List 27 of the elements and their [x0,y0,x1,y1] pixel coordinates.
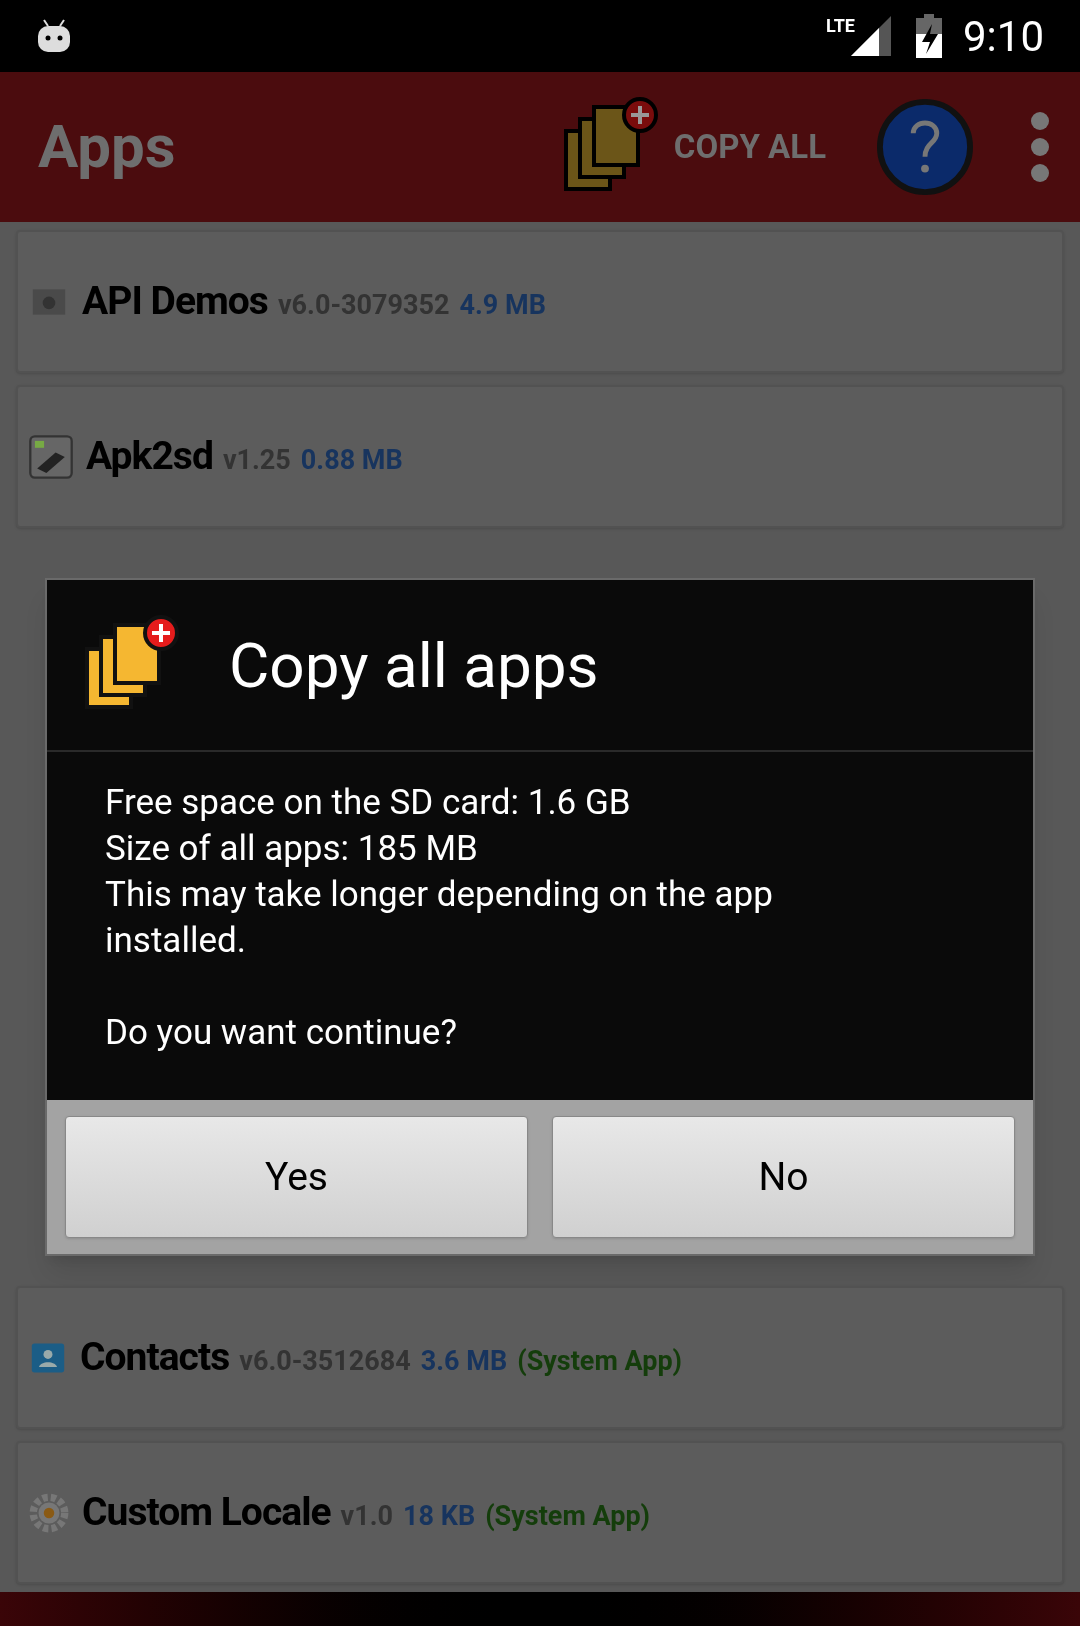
app-name: Apk2sd [86,432,213,482]
dialog-button[interactable]: Yes [65,1116,528,1238]
app-size: 3.6 MB [420,1344,508,1380]
dialog-message: Free space on the SD card: 1.6 GB [105,781,632,825]
help-icon[interactable] [876,98,974,196]
network-label: LTE [825,14,855,38]
overflow-menu-icon[interactable] [1030,111,1050,183]
app-name: Custom Locale [82,1488,331,1538]
app-title: Apps [38,110,176,184]
system-app-label: (System App) [485,1499,651,1535]
dialog-message: Size of all apps: 185 MB [105,827,479,871]
app-name: API Demos [82,277,268,327]
gear-icon [28,1491,70,1534]
dialog-button[interactable]: No [552,1116,1015,1238]
dialog-question: Do you want continue? [105,1011,458,1055]
battery-charging-icon [915,14,943,58]
system-app-label: (System App) [517,1344,683,1380]
android-icon [36,18,72,54]
app-size: 18 KB [403,1499,476,1535]
dialog-message: This may take longer depending on the app installed. [105,873,774,963]
sd-card-icon [28,433,74,480]
clock: 9:10 [963,10,1044,63]
copy-all-button[interactable]: COPY ALL [561,97,826,197]
app-size: 0.88 MB [300,443,403,479]
app-name: Contacts [80,1333,230,1383]
dialog-title: Copy all apps [229,627,599,704]
app-size: 4.9 MB [459,288,546,324]
